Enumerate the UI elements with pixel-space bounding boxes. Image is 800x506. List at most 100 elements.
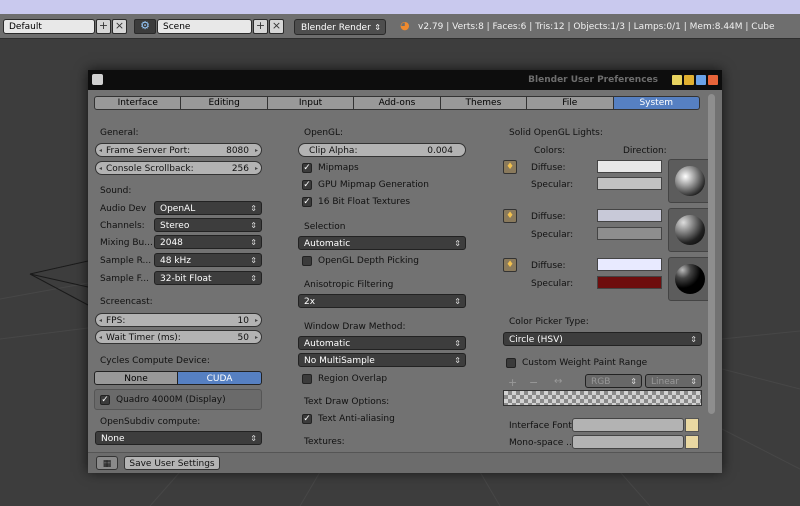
- decrement-arrow-icon: ◂: [99, 334, 103, 341]
- tab-editing[interactable]: Editing: [181, 96, 268, 110]
- interface-font-folder-icon[interactable]: [685, 418, 699, 432]
- dropdown-arrow-icon: ⇕: [250, 204, 257, 213]
- float-textures-checkbox[interactable]: ✓: [302, 197, 312, 207]
- light-1-direction-sphere[interactable]: [675, 166, 705, 196]
- scene-icon[interactable]: ⚙: [134, 19, 156, 34]
- interface-font-field[interactable]: [572, 418, 684, 432]
- light-2-direction-sphere[interactable]: [675, 215, 705, 245]
- mixing-buffer-value: 2048: [160, 238, 183, 248]
- light-1-specular-swatch[interactable]: [597, 177, 662, 190]
- color-picker-dropdown[interactable]: Circle (HSV) ⇕: [503, 332, 702, 346]
- preferences-scrollbar[interactable]: [708, 94, 715, 414]
- sound-heading: Sound:: [100, 186, 132, 196]
- wait-timer-value: 50: [237, 333, 249, 343]
- light-3-diffuse-swatch[interactable]: [597, 258, 662, 271]
- light-1-toggle-icon[interactable]: ♦: [503, 160, 517, 174]
- light-3-toggle-icon[interactable]: ♦: [503, 258, 517, 272]
- tab-file[interactable]: File: [527, 96, 614, 110]
- sample-format-dropdown[interactable]: 32-bit Float ⇕: [154, 271, 262, 285]
- light-2-specular-swatch[interactable]: [597, 227, 662, 240]
- flip-icon: ↔: [554, 376, 563, 387]
- dropdown-arrow-icon: ⇕: [250, 221, 257, 230]
- render-engine-label: Blender Render: [301, 23, 371, 33]
- mipmaps-checkbox[interactable]: ✓: [302, 163, 312, 173]
- light-3-direction-sphere[interactable]: [675, 264, 705, 294]
- cycles-none-button[interactable]: None: [94, 371, 178, 385]
- fps-field[interactable]: ◂ FPS: 10 ▸: [95, 313, 262, 327]
- channels-value: Stereo: [160, 221, 190, 231]
- light-3-specular-swatch[interactable]: [597, 276, 662, 289]
- editor-type-icon[interactable]: ▦: [96, 456, 118, 470]
- clip-alpha-field[interactable]: Clip Alpha: 0.004: [298, 143, 466, 157]
- window-menu-icon[interactable]: [92, 74, 103, 85]
- gpu-device-checkbox[interactable]: ✓: [100, 395, 110, 405]
- blender-logo-icon: ◕: [400, 19, 410, 32]
- window-titlebar[interactable]: Blender User Preferences: [88, 70, 722, 90]
- render-engine-dropdown[interactable]: Blender Render ⇕: [294, 19, 386, 35]
- opengl-heading: OpenGL:: [304, 128, 344, 138]
- close-icon[interactable]: [708, 75, 718, 85]
- frame-server-port-value: 8080: [226, 146, 249, 156]
- minimize-icon[interactable]: [672, 75, 682, 85]
- decrement-arrow-icon: ◂: [99, 165, 103, 172]
- tab-input[interactable]: Input: [267, 96, 355, 110]
- color-ramp: [503, 390, 702, 406]
- text-aa-label: Text Anti-aliasing: [318, 414, 395, 424]
- monospace-font-folder-icon[interactable]: [685, 435, 699, 449]
- delete-scene-icon[interactable]: ×: [269, 19, 284, 34]
- channels-dropdown[interactable]: Stereo ⇕: [154, 218, 262, 232]
- top-strip: [0, 0, 800, 14]
- depth-picking-checkbox[interactable]: [302, 256, 312, 266]
- console-scrollback-field[interactable]: ◂ Console Scrollback: 256 ▸: [95, 161, 262, 175]
- tab-addons[interactable]: Add-ons: [354, 96, 441, 110]
- decrement-arrow-icon: ◂: [99, 317, 103, 324]
- maximize-icon[interactable]: [696, 75, 706, 85]
- sample-rate-dropdown[interactable]: 48 kHz ⇕: [154, 253, 262, 267]
- shade-icon[interactable]: [684, 75, 694, 85]
- scene-selector[interactable]: Scene: [157, 19, 252, 34]
- light-2-diffuse-label: Diffuse:: [531, 212, 566, 222]
- gpu-mipmap-checkbox[interactable]: ✓: [302, 180, 312, 190]
- float-textures-label: 16 Bit Float Textures: [318, 197, 411, 207]
- opensubdiv-dropdown[interactable]: None ⇕: [95, 431, 262, 445]
- increment-arrow-icon: ▸: [254, 147, 258, 154]
- preferences-footer: ▦ Save User Settings: [88, 452, 722, 473]
- scene-stats: v2.79 | Verts:8 | Faces:6 | Tris:12 | Ob…: [418, 22, 775, 32]
- delete-layout-icon[interactable]: ×: [112, 19, 127, 34]
- clip-alpha-label: Clip Alpha:: [309, 146, 358, 156]
- audio-device-value: OpenAL: [160, 204, 196, 214]
- light-2-diffuse-swatch[interactable]: [597, 209, 662, 222]
- frame-server-port-field[interactable]: ◂ Frame Server Port: 8080 ▸: [95, 143, 262, 157]
- dropdown-arrow-icon: ⇕: [374, 23, 381, 32]
- light-2-toggle-icon[interactable]: ♦: [503, 209, 517, 223]
- tab-interface[interactable]: Interface: [94, 96, 182, 110]
- cycles-cuda-button[interactable]: CUDA: [177, 371, 262, 385]
- light-1-specular-label: Specular:: [531, 180, 574, 190]
- mixing-buffer-dropdown[interactable]: 2048 ⇕: [154, 235, 262, 249]
- add-layout-icon[interactable]: +: [96, 19, 111, 34]
- increment-arrow-icon: ▸: [254, 334, 258, 341]
- audio-device-label: Audio Dev: [100, 204, 147, 214]
- monospace-font-field[interactable]: [572, 435, 684, 449]
- increment-arrow-icon: ▸: [254, 317, 258, 324]
- add-scene-icon[interactable]: +: [253, 19, 268, 34]
- window-draw-dropdown[interactable]: Automatic ⇕: [298, 336, 466, 350]
- weight-paint-checkbox[interactable]: [506, 358, 516, 368]
- light-1-diffuse-swatch[interactable]: [597, 160, 662, 173]
- wait-timer-field[interactable]: ◂ Wait Timer (ms): 50 ▸: [95, 330, 262, 344]
- text-aa-checkbox[interactable]: ✓: [302, 414, 312, 424]
- region-overlap-checkbox[interactable]: [302, 374, 312, 384]
- save-user-settings-button[interactable]: Save User Settings: [124, 456, 220, 470]
- window-title: Blender User Preferences: [528, 75, 658, 85]
- multisample-dropdown[interactable]: No MultiSample ⇕: [298, 353, 466, 367]
- selection-dropdown[interactable]: Automatic ⇕: [298, 236, 466, 250]
- layout-selector[interactable]: Default: [3, 19, 95, 34]
- aniso-dropdown[interactable]: 2x ⇕: [298, 294, 466, 308]
- light-2-specular-label: Specular:: [531, 230, 574, 240]
- dropdown-arrow-icon: ⇕: [454, 356, 461, 365]
- tab-themes[interactable]: Themes: [440, 96, 528, 110]
- audio-device-dropdown[interactable]: OpenAL ⇕: [154, 201, 262, 215]
- dropdown-arrow-icon: ⇕: [250, 256, 257, 265]
- color-mode-value: RGB: [591, 377, 611, 387]
- tab-system[interactable]: System: [613, 96, 700, 110]
